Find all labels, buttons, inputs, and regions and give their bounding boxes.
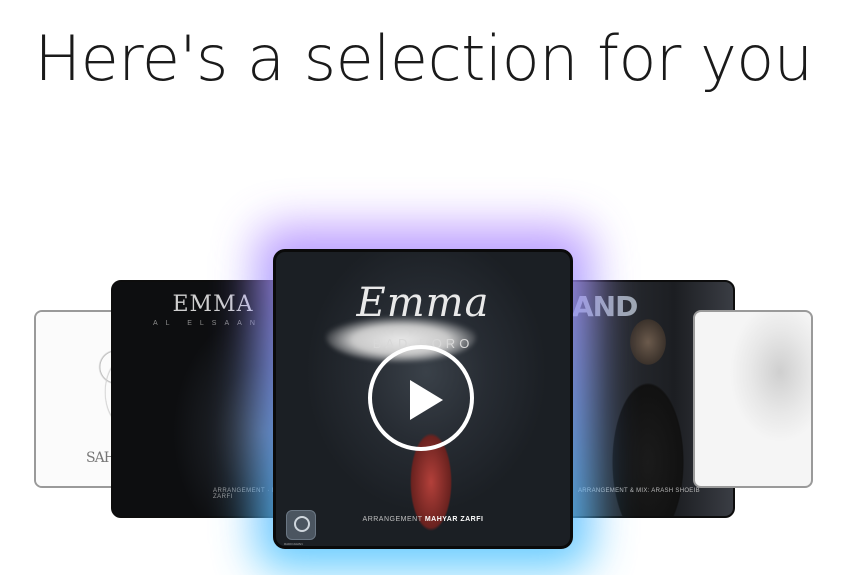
play-button[interactable]: [368, 345, 474, 451]
credit-label: ARRANGEMENT: [362, 516, 425, 523]
album-card-far-right[interactable]: [693, 310, 813, 488]
album-cover-credit: ARRANGEMENT & MIX: ARASH SHOEIB: [578, 488, 700, 494]
album-cover-title: Emma: [356, 280, 490, 326]
album-cover-subtitle: AL ELSAAN: [153, 320, 263, 327]
record-label-logo-icon: [286, 510, 316, 540]
record-label-name: RADIOJAVAN: [284, 542, 303, 546]
album-cover-credit: ARRANGEMENT MAHYAR ZARFI: [276, 516, 570, 523]
album-carousel: SAH EMMA AL ELSAAN ARRANGEMENT · MAHYAR …: [0, 0, 847, 575]
play-icon: [410, 380, 443, 420]
credit-name: MAHYAR ZARFI: [424, 516, 484, 523]
